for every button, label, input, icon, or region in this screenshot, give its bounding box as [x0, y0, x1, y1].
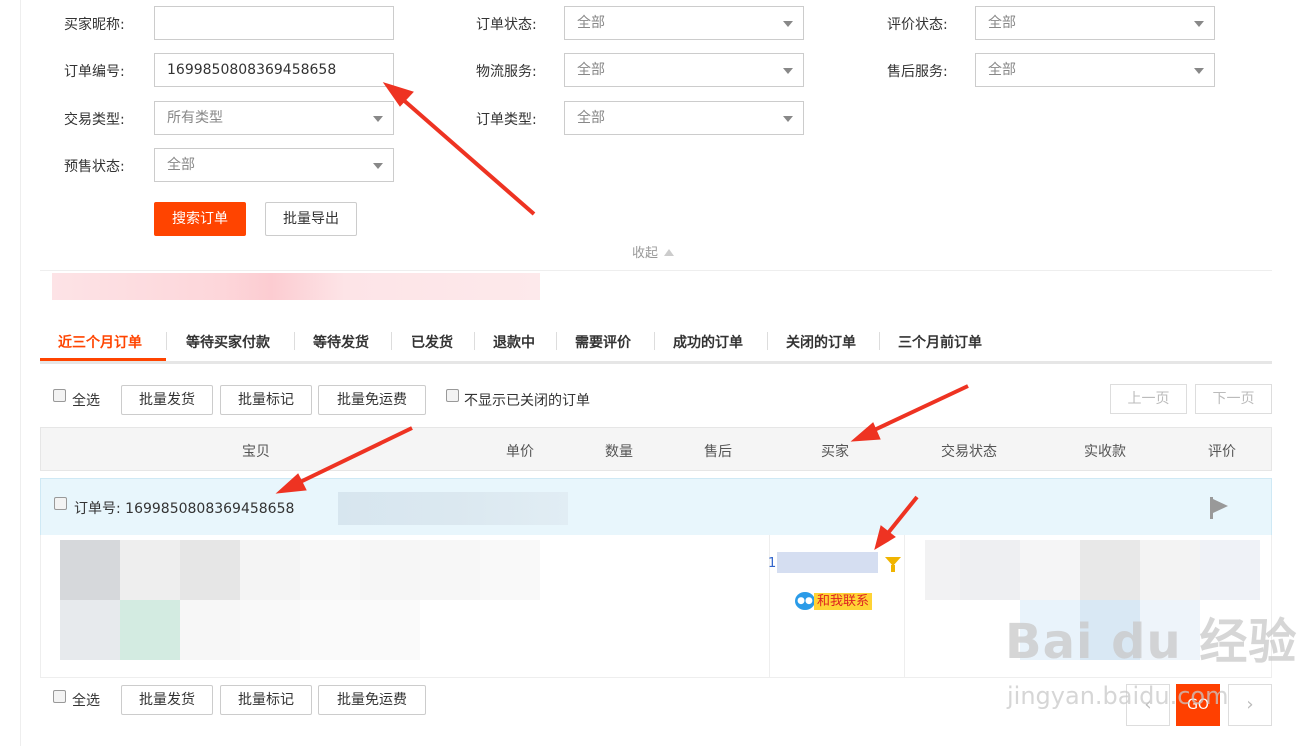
- presale-status-label: 预售状态:: [64, 159, 125, 175]
- filter-icon[interactable]: [885, 557, 901, 572]
- chat-bubble-icon: ●●: [795, 592, 815, 610]
- batch-ship-button[interactable]: 批量发货: [121, 385, 213, 415]
- select-all-label: 全选: [72, 393, 100, 409]
- column-aftersale: 售后: [704, 444, 732, 460]
- column-divider: [904, 535, 905, 678]
- aftersale-service-select[interactable]: 全部: [975, 53, 1215, 87]
- footer-batch-ship-button[interactable]: 批量发货: [121, 685, 213, 715]
- select-all-checkbox[interactable]: [53, 389, 66, 402]
- tab-separator: [767, 332, 768, 350]
- footer-select-all-checkbox[interactable]: [53, 690, 66, 703]
- order-type-label: 订单类型:: [476, 112, 537, 128]
- tab-shipped[interactable]: 已发货: [411, 332, 453, 352]
- caret-up-icon: [664, 249, 675, 256]
- order-checkbox[interactable]: [54, 497, 67, 510]
- tab-separator: [879, 332, 880, 350]
- logistics-service-label: 物流服务:: [476, 64, 537, 80]
- logistics-service-select[interactable]: 全部: [564, 53, 804, 87]
- left-border: [20, 0, 21, 746]
- order-table-header: 宝贝 单价 数量 售后 买家 交易状态 实收款 评价: [40, 427, 1272, 471]
- blurred-order-info: [338, 492, 568, 525]
- footer-batch-mark-button[interactable]: 批量标记: [220, 685, 312, 715]
- order-number-label: 订单编号:: [64, 64, 125, 80]
- tab-older-orders[interactable]: 三个月前订单: [898, 332, 982, 352]
- order-status-label: 订单状态:: [476, 17, 537, 33]
- collapse-toggle[interactable]: 收起: [632, 242, 675, 261]
- batch-export-button[interactable]: 批量导出: [265, 202, 357, 236]
- tab-separator: [166, 332, 167, 350]
- contact-me-label: 和我联系: [814, 593, 873, 610]
- order-management-page: 买家昵称: 订单编号: 1699850808369458658 交易类型: 所有…: [0, 0, 1310, 746]
- order-status-select[interactable]: 全部: [564, 6, 804, 40]
- divider: [40, 270, 1272, 271]
- aftersale-service-label: 售后服务:: [887, 64, 948, 80]
- order-header-row: 订单号: 1699850808369458658: [40, 478, 1272, 536]
- tab-separator: [654, 332, 655, 350]
- buyer-nickname-label: 买家昵称:: [64, 17, 125, 33]
- column-unit-price: 单价: [506, 444, 534, 460]
- trade-type-label: 交易类型:: [64, 112, 125, 128]
- trade-type-select[interactable]: 所有类型: [154, 101, 394, 135]
- hide-closed-label: 不显示已关闭的订单: [464, 393, 590, 409]
- watermark-logo: Bai du 经验: [1005, 614, 1298, 670]
- search-orders-button[interactable]: 搜索订单: [154, 202, 246, 236]
- page-next-icon[interactable]: ›: [1228, 684, 1272, 726]
- buyer-nickname-input[interactable]: [154, 6, 394, 40]
- buyer-name-prefix: 1: [768, 556, 777, 571]
- footer-batch-free-shipping-button[interactable]: 批量免运费: [318, 685, 426, 715]
- order-number-text: 订单号: 1699850808369458658: [74, 501, 295, 517]
- tab-awaiting-shipment[interactable]: 等待发货: [313, 332, 369, 352]
- column-review: 评价: [1208, 444, 1236, 460]
- tab-separator: [294, 332, 295, 350]
- batch-free-shipping-button[interactable]: 批量免运费: [318, 385, 426, 415]
- column-trade-status: 交易状态: [941, 444, 997, 460]
- tab-closed-orders[interactable]: 关闭的订单: [786, 332, 856, 352]
- next-page-button[interactable]: 下一页: [1195, 384, 1272, 414]
- batch-mark-button[interactable]: 批量标记: [220, 385, 312, 415]
- watermark-url: jingyan.baidu.com: [1007, 682, 1229, 710]
- column-buyer: 买家: [821, 444, 849, 460]
- column-quantity: 数量: [605, 444, 633, 460]
- order-tabs: 近三个月订单 等待买家付款 等待发货 已发货 退款中 需要评价 成功的订单 关闭…: [40, 322, 1272, 364]
- arrow-to-buyer-column: [869, 384, 969, 434]
- flag-icon[interactable]: [1210, 497, 1230, 519]
- hide-closed-checkbox[interactable]: [446, 389, 459, 402]
- footer-select-all-label: 全选: [72, 693, 100, 709]
- blurred-buyer-name[interactable]: [777, 552, 878, 573]
- tab-needs-review[interactable]: 需要评价: [575, 332, 631, 352]
- order-type-select[interactable]: 全部: [564, 101, 804, 135]
- column-paid-amount: 实收款: [1084, 444, 1126, 460]
- tab-separator: [474, 332, 475, 350]
- tab-successful-orders[interactable]: 成功的订单: [673, 332, 743, 352]
- blurred-notice: [52, 273, 540, 300]
- tab-recent-three-months[interactable]: 近三个月订单: [58, 332, 142, 352]
- column-item: 宝贝: [242, 444, 270, 460]
- tab-separator: [556, 332, 557, 350]
- prev-page-button[interactable]: 上一页: [1110, 384, 1187, 414]
- tab-awaiting-payment[interactable]: 等待买家付款: [186, 332, 270, 352]
- tab-refunding[interactable]: 退款中: [493, 332, 535, 352]
- collapse-label: 收起: [632, 246, 659, 261]
- order-number-input[interactable]: 1699850808369458658: [154, 53, 394, 87]
- review-status-select[interactable]: 全部: [975, 6, 1215, 40]
- tab-separator: [391, 332, 392, 350]
- review-status-label: 评价状态:: [887, 17, 948, 33]
- active-tab-indicator: [40, 358, 166, 361]
- presale-status-select[interactable]: 全部: [154, 148, 394, 182]
